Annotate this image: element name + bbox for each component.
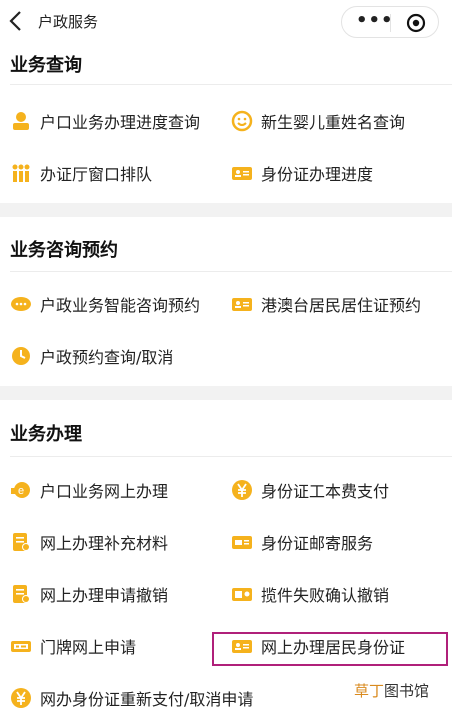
back-arrow-icon[interactable] bbox=[6, 8, 26, 34]
door-plate-icon bbox=[10, 635, 32, 657]
section-gap bbox=[0, 386, 452, 400]
document-icon bbox=[10, 531, 32, 553]
section-title-consult: 业务咨询预约 bbox=[10, 240, 118, 261]
item-newborn-name-query[interactable]: 新生婴儿重姓名查询 bbox=[231, 106, 405, 136]
item-hk-macao-taiwan-permit[interactable]: 港澳台居民居住证预约 bbox=[231, 289, 421, 319]
close-target-icon[interactable] bbox=[406, 13, 426, 33]
page-title: 户政服务 bbox=[38, 13, 99, 31]
id-card-icon bbox=[231, 162, 253, 184]
yuan-coin-icon bbox=[231, 479, 253, 501]
item-id-fee-payment[interactable]: 身份证工本费支付 bbox=[231, 475, 389, 505]
id-card-icon bbox=[231, 293, 253, 315]
section-divider bbox=[10, 84, 452, 85]
item-hukou-online[interactable]: e 户口业务网上办理 bbox=[10, 475, 168, 505]
section-divider bbox=[10, 271, 452, 272]
people-queue-icon bbox=[10, 162, 32, 184]
mini-program-capsule: ••• bbox=[341, 6, 439, 38]
item-hall-queue[interactable]: 办证厅窗口排队 bbox=[10, 158, 152, 188]
person-icon bbox=[10, 110, 32, 132]
online-service-icon: e bbox=[10, 479, 32, 501]
item-appointment-query-cancel[interactable]: 户政预约查询/取消 bbox=[10, 341, 173, 371]
clock-icon bbox=[10, 345, 32, 367]
item-house-number-apply[interactable]: 门牌网上申请 bbox=[10, 631, 136, 661]
section-divider bbox=[10, 456, 452, 457]
item-smart-consult-appointment[interactable]: 户政业务智能咨询预约 bbox=[10, 289, 200, 319]
chat-bubble-icon bbox=[10, 293, 32, 315]
highlight-box bbox=[212, 632, 448, 666]
item-pickup-failure-revoke[interactable]: 揽件失败确认撤销 bbox=[231, 579, 389, 609]
item-hukou-progress-query[interactable]: 户口业务办理进度查询 bbox=[10, 106, 200, 136]
watermark: 草丁图书馆 bbox=[354, 682, 430, 700]
top-bar: 户政服务 ••• bbox=[0, 0, 452, 44]
section-gap bbox=[0, 203, 452, 217]
more-menu-icon[interactable]: ••• bbox=[356, 10, 394, 31]
svg-text:e: e bbox=[18, 485, 24, 497]
item-supplement-materials[interactable]: 网上办理补充材料 bbox=[10, 527, 168, 557]
section-title-handle: 业务办理 bbox=[10, 424, 82, 445]
capsule-divider bbox=[390, 14, 391, 32]
item-application-revoke[interactable]: 网上办理申请撤销 bbox=[10, 579, 168, 609]
item-id-card-progress[interactable]: 身份证办理进度 bbox=[231, 158, 373, 188]
smiley-icon bbox=[231, 110, 253, 132]
document-icon bbox=[10, 583, 32, 605]
section-title-query: 业务查询 bbox=[10, 55, 82, 76]
item-id-mail-service[interactable]: 身份证邮寄服务 bbox=[231, 527, 373, 557]
package-card-icon bbox=[231, 583, 253, 605]
yuan-coin-icon bbox=[10, 687, 32, 709]
mail-card-icon bbox=[231, 531, 253, 553]
item-id-repay-cancel[interactable]: 网办身份证重新支付/取消申请 bbox=[10, 683, 253, 713]
